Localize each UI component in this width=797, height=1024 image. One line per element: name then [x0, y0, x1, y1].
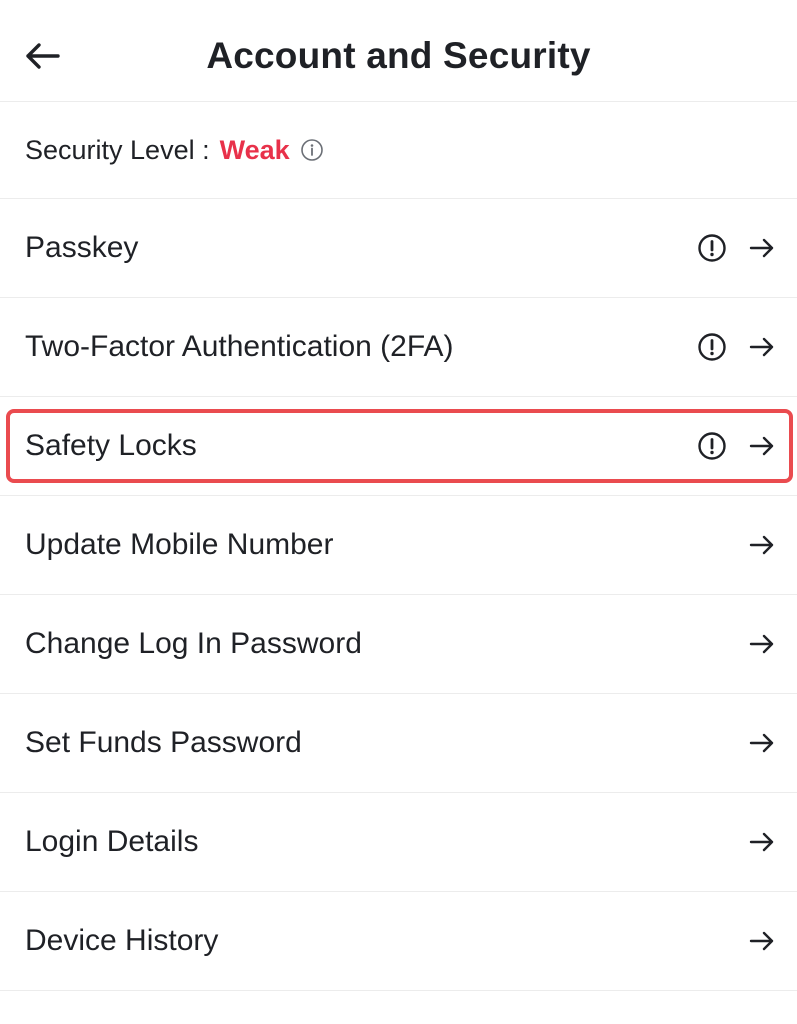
menu-item-device-history[interactable]: Device History — [0, 892, 797, 991]
arrow-right-icon — [749, 829, 775, 855]
arrow-right-icon — [749, 730, 775, 756]
info-icon[interactable] — [300, 138, 324, 162]
menu-item-label: Update Mobile Number — [25, 528, 334, 561]
menu-item-label: Login Details — [25, 825, 199, 858]
arrow-right-icon — [749, 928, 775, 954]
menu-item-login-details[interactable]: Login Details — [0, 793, 797, 892]
arrow-right-icon — [749, 235, 775, 261]
arrow-right-icon — [749, 532, 775, 558]
menu-item-label: Set Funds Password — [25, 726, 302, 759]
menu-item-label: Change Log In Password — [25, 627, 362, 660]
exclamation-circle-icon — [697, 233, 727, 263]
page-title: Account and Security — [206, 35, 591, 76]
arrow-right-icon — [749, 433, 775, 459]
menu-item-update-mobile-number[interactable]: Update Mobile Number — [0, 496, 797, 595]
app-header: Account and Security — [0, 0, 797, 102]
menu-item-label: Device History — [25, 924, 219, 957]
security-menu-list: Passkey Two-Factor Authentication (2FA) — [0, 199, 797, 991]
menu-item-label: Passkey — [25, 231, 139, 264]
menu-item-safety-locks[interactable]: Safety Locks — [0, 397, 797, 496]
security-level-row: Security Level : Weak — [0, 102, 797, 199]
menu-item-label: Two-Factor Authentication (2FA) — [25, 330, 454, 363]
menu-item-passkey[interactable]: Passkey — [0, 199, 797, 298]
menu-item-set-funds-password[interactable]: Set Funds Password — [0, 694, 797, 793]
exclamation-circle-icon — [697, 332, 727, 362]
security-level-label: Security Level : — [25, 134, 210, 165]
menu-item-change-login-password[interactable]: Change Log In Password — [0, 595, 797, 694]
menu-item-two-factor-authentication[interactable]: Two-Factor Authentication (2FA) — [0, 298, 797, 397]
arrow-right-icon — [749, 334, 775, 360]
arrow-right-icon — [749, 631, 775, 657]
exclamation-circle-icon — [697, 431, 727, 461]
security-level-value: Weak — [219, 134, 290, 165]
menu-item-label: Safety Locks — [25, 429, 197, 462]
